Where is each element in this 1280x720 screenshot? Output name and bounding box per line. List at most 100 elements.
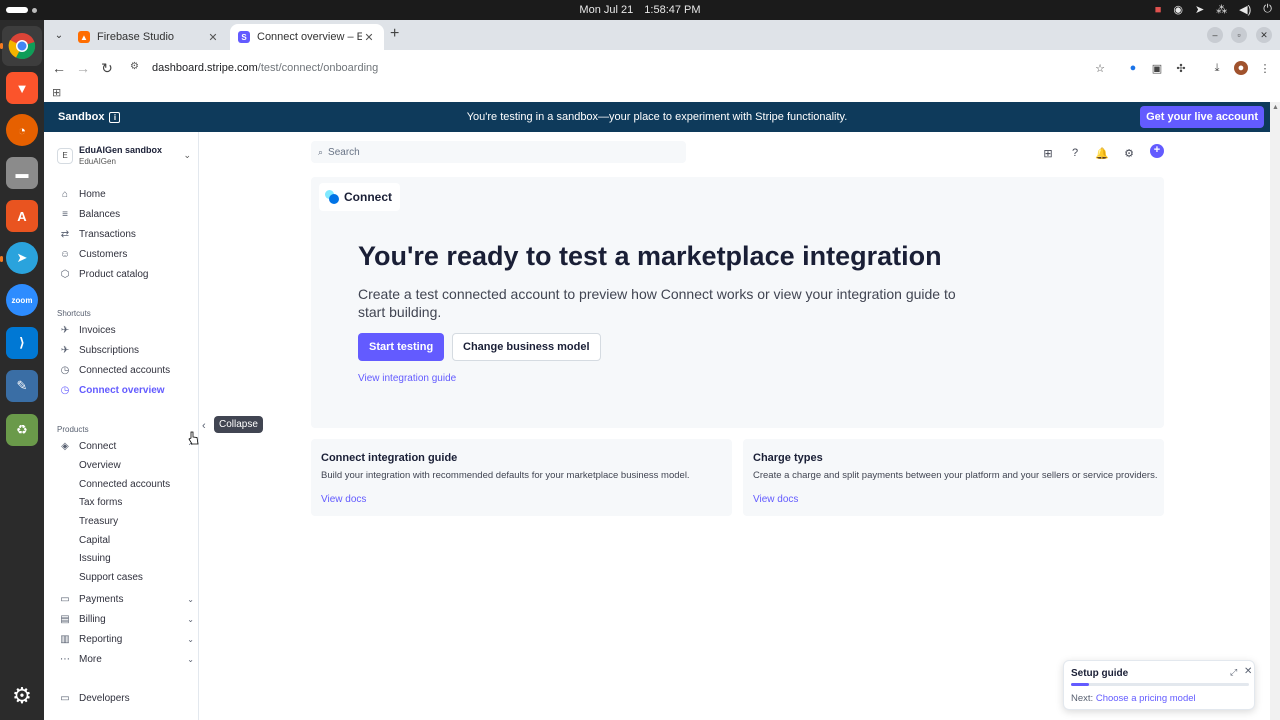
camera-icon[interactable]: ■ (1155, 4, 1162, 16)
collapse-sidebar-icon[interactable]: ‹ (202, 420, 206, 432)
sidebar-subitem-overview[interactable]: Overview (79, 460, 121, 471)
telegram-icon[interactable]: ➤ (6, 242, 38, 274)
tab-connect-overview[interactable]: S Connect overview – EduAIGen ✕ (230, 24, 384, 50)
tab-search-icon[interactable]: ⌄ (50, 26, 68, 44)
download-icon[interactable]: ⤓ (1210, 61, 1224, 75)
account-switcher[interactable]: E EduAIGen sandbox EduAIGen ⌄ (57, 144, 191, 170)
sidebar-item-connect-overview[interactable]: ◷ Connect overview (59, 381, 194, 399)
menu-kebab-icon[interactable]: ⋮ (1258, 61, 1272, 75)
choose-pricing-model-link[interactable]: Choose a pricing model (1096, 693, 1196, 704)
network-icon[interactable]: ⁂ (1216, 3, 1227, 16)
trash-icon[interactable]: ♻ (6, 414, 38, 446)
minimize-icon[interactable]: – (1207, 27, 1223, 43)
power-icon[interactable]: ⏻ (1263, 3, 1272, 16)
scroll-up-icon[interactable]: ▲ (1272, 104, 1279, 111)
home-icon: ⌂ (61, 188, 69, 200)
brave-icon[interactable]: ▼ (6, 72, 38, 104)
connect-chip: Connect (319, 183, 400, 211)
chevron-down-icon: ⌄ (187, 614, 194, 624)
bookmark-star-icon[interactable]: ☆ (1093, 61, 1107, 75)
os-top-bar: Mon Jul 21 1:58:47 PM ■ ◉ ➤ ⁂ ◀) ⏻ (0, 0, 1280, 20)
apps-grid-icon[interactable]: ⊞ (52, 86, 61, 99)
apps-icon[interactable]: ⊞ (1041, 146, 1055, 160)
close-tab-icon[interactable]: ✕ (206, 31, 220, 44)
card-description: Create a charge and split payments betwe… (753, 470, 1158, 481)
sidebar-item-connect[interactable]: ◈ Connect ⌃ (59, 437, 194, 455)
text-editor-icon[interactable]: ✎ (6, 370, 38, 402)
sidebar-item-billing[interactable]: ▤ Billing ⌄ (59, 610, 194, 628)
products-heading: Products (57, 425, 89, 434)
change-business-model-button[interactable]: Change business model (452, 333, 601, 361)
search-input[interactable]: ⌕ Search (311, 141, 686, 163)
files-icon[interactable]: ▬ (6, 157, 38, 189)
sidebar-item-transactions[interactable]: ⇄ Transactions (59, 225, 194, 243)
stripe-favicon-icon: S (238, 31, 250, 43)
extensions-puzzle-icon[interactable]: ✣ (1174, 61, 1188, 75)
chrome-tray-icon[interactable]: ◉ (1173, 3, 1183, 16)
firefox-icon[interactable]: ◔ (6, 114, 38, 146)
notifications-bell-icon[interactable]: 🔔 (1095, 146, 1109, 160)
sidebar-item-reporting[interactable]: ▥ Reporting ⌄ (59, 630, 194, 648)
expand-icon[interactable]: ⤢ (1230, 667, 1237, 678)
reload-icon[interactable]: ↻ (98, 59, 116, 77)
app-center-icon[interactable]: A (6, 200, 38, 232)
pin-icon: ✈ (60, 324, 70, 336)
volume-icon[interactable]: ◀) (1239, 3, 1251, 16)
sidebar-item-customers[interactable]: ☺ Customers (59, 245, 194, 263)
settings-gear-icon[interactable]: ⚙ (1122, 146, 1136, 160)
view-docs-link[interactable]: View docs (753, 494, 798, 505)
os-clock[interactable]: Mon Jul 21 1:58:47 PM (0, 4, 1280, 16)
zoom-icon[interactable]: zoom (6, 284, 38, 316)
back-icon[interactable]: ← (50, 59, 68, 77)
sandbox-message: You're testing in a sandbox—your place t… (466, 111, 848, 123)
billing-icon: ▤ (60, 613, 70, 625)
sidebar-subitem-support-cases[interactable]: Support cases (79, 572, 143, 583)
close-window-icon[interactable]: ✕ (1256, 27, 1272, 43)
help-icon[interactable]: ? (1068, 146, 1082, 160)
setup-guide-widget[interactable]: Setup guide ⤢ ✕ Next: Choose a pricing m… (1063, 660, 1255, 710)
ubuntu-apps-icon[interactable]: ⚙ (6, 680, 38, 712)
close-icon[interactable]: ✕ (1244, 666, 1252, 677)
restore-icon[interactable]: ▫ (1231, 27, 1247, 43)
sidebar-item-payments[interactable]: ▭ Payments ⌄ (59, 590, 194, 608)
start-testing-button[interactable]: Start testing (358, 333, 445, 361)
sidebar-subitem-issuing[interactable]: Issuing (79, 553, 111, 564)
extension-icon[interactable]: ▣ (1150, 61, 1164, 75)
view-docs-link[interactable]: View docs (321, 494, 366, 505)
sidebar-item-subscriptions[interactable]: ✈ Subscriptions (59, 341, 194, 359)
sidebar-subitem-tax-forms[interactable]: Tax forms (79, 497, 122, 508)
sidebar-subitem-capital[interactable]: Capital (79, 535, 110, 546)
sidebar-item-connected-accounts[interactable]: ◷ Connected accounts (59, 361, 194, 379)
view-integration-guide-link[interactable]: View integration guide (358, 373, 456, 384)
sidebar-item-more[interactable]: ⋯ More ⌄ (59, 650, 194, 668)
sidebar-item-label: More (79, 653, 102, 665)
page-scrollbar[interactable]: ▲ (1270, 102, 1280, 720)
setup-progress-fill (1071, 683, 1089, 686)
hero-panel: Connect You're ready to test a marketpla… (311, 177, 1164, 428)
firebase-favicon-icon: ▲ (78, 31, 90, 43)
sidebar-item-home[interactable]: ⌂ Home (59, 185, 194, 203)
chrome-icon[interactable] (2, 26, 42, 66)
developers-icon: ▭ (60, 692, 70, 704)
sidebar-item-label: Product catalog (79, 268, 149, 280)
get-live-account-button[interactable]: Get your live account (1140, 106, 1264, 128)
telegram-tray-icon[interactable]: ➤ (1195, 3, 1204, 16)
sidebar-subitem-treasury[interactable]: Treasury (79, 516, 118, 527)
close-tab-icon[interactable]: ✕ (362, 31, 376, 44)
system-tray[interactable]: ■ ◉ ➤ ⁂ ◀) ⏻ (1155, 3, 1272, 16)
extension-icon[interactable]: ● (1126, 61, 1140, 75)
vscode-icon[interactable]: ⟩ (6, 327, 38, 359)
sidebar-subitem-connected-accounts[interactable]: Connected accounts (79, 479, 170, 490)
forward-icon[interactable]: → (74, 59, 92, 77)
profile-avatar-icon[interactable]: ● (1234, 61, 1248, 75)
sidebar-item-label: Connected accounts (79, 364, 171, 376)
tab-firebase-studio[interactable]: ▲ Firebase Studio ✕ (70, 24, 228, 50)
address-bar[interactable]: ⚙ dashboard.stripe.com/test/connect/onbo… (124, 55, 1124, 81)
sidebar-item-balances[interactable]: ≡ Balances (59, 205, 194, 223)
new-tab-icon[interactable]: + (390, 26, 399, 42)
create-plus-icon[interactable]: + (1150, 144, 1164, 158)
sidebar-item-developers[interactable]: ▭ Developers (59, 689, 194, 707)
sidebar-item-invoices[interactable]: ✈ Invoices (59, 321, 194, 339)
sidebar-item-product-catalog[interactable]: ⬡ Product catalog (59, 265, 194, 283)
site-info-icon[interactable]: ⚙ (130, 61, 144, 75)
